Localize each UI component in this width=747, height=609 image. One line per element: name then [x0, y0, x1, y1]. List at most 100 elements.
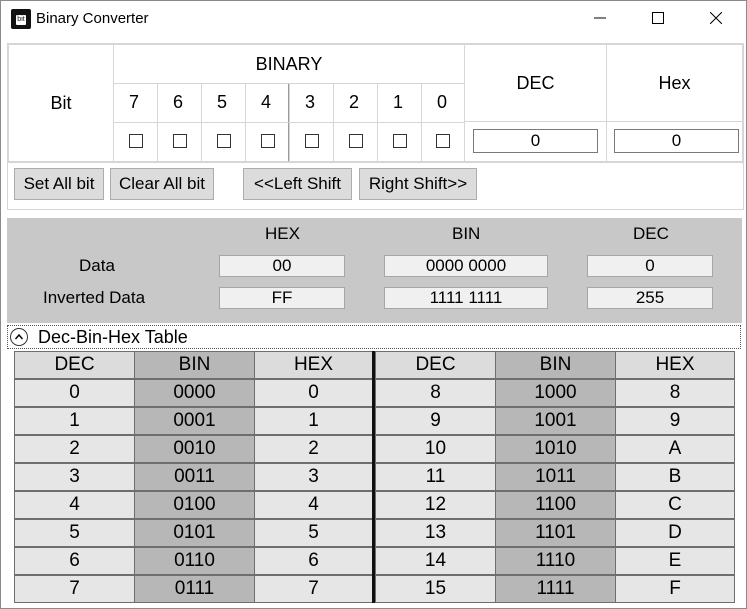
table-cell: B: [615, 463, 735, 491]
hex-header: Hex: [606, 44, 743, 122]
table-cell: 0110: [134, 547, 255, 575]
table-cell: 2: [254, 435, 373, 463]
table-cell: A: [615, 435, 735, 463]
data-bin-header: BIN: [452, 224, 481, 243]
table-cell: 5: [254, 519, 373, 547]
bit-label-5: 5: [217, 92, 228, 112]
table-cell: 1: [254, 407, 373, 435]
set-all-bit-button[interactable]: Set All bit: [14, 168, 104, 200]
bit-6-checkbox[interactable]: [173, 134, 187, 148]
inverted-hex-field[interactable]: FF: [219, 287, 345, 309]
inverted-dec-field[interactable]: 255: [587, 287, 713, 309]
table-cell: 8: [615, 379, 735, 407]
table-header-bin-1: BIN: [134, 351, 255, 379]
table-cell: 7: [254, 575, 373, 603]
data-panel: HEX BIN DEC Data Inverted Data 00 0000 0…: [7, 218, 742, 323]
table-cell: 0111: [134, 575, 255, 603]
table-header-hex-1: HEX: [254, 351, 373, 379]
table-header-dec-1: DEC: [14, 351, 135, 379]
bit-1-checkbox[interactable]: [393, 134, 407, 148]
table-cell: 10: [375, 435, 496, 463]
table-cell: 1000: [495, 379, 616, 407]
data-hex-field[interactable]: 00: [219, 255, 345, 277]
data-label: Data: [79, 256, 115, 275]
table-cell: 1111: [495, 575, 616, 603]
title-bar[interactable]: bit Binary Converter: [1, 1, 746, 37]
table-cell: 7: [14, 575, 135, 603]
minimize-icon: [594, 17, 606, 19]
table-cell: 15: [375, 575, 496, 603]
window-title: Binary Converter: [36, 10, 149, 27]
table-header-dec-2: DEC: [375, 351, 496, 379]
table-cell: 0000: [134, 379, 255, 407]
table-expander[interactable]: Dec-Bin-Hex Table: [7, 325, 741, 349]
table-header-bin-2: BIN: [495, 351, 616, 379]
bit-label-7: 7: [129, 92, 140, 112]
table-center-divider: [372, 351, 375, 603]
table-cell: 14: [375, 547, 496, 575]
maximize-icon: [652, 12, 664, 24]
table-cell: 4: [14, 491, 135, 519]
right-shift-button[interactable]: Right Shift>>: [359, 168, 477, 200]
table-cell: 3: [254, 463, 373, 491]
close-button[interactable]: [687, 1, 745, 37]
binary-header: BINARY: [113, 44, 465, 84]
table-cell: 0010: [134, 435, 255, 463]
table-cell: 11: [375, 463, 496, 491]
table-cell: 6: [14, 547, 135, 575]
table-cell: 0100: [134, 491, 255, 519]
bit-0-checkbox[interactable]: [436, 134, 450, 148]
table-cell: 0: [254, 379, 373, 407]
table-cell: 6: [254, 547, 373, 575]
app-icon-text: bit: [16, 15, 26, 25]
data-dec-field[interactable]: 0: [587, 255, 713, 277]
inverted-data-label: Inverted Data: [43, 288, 146, 307]
data-bin-field[interactable]: 0000 0000: [384, 255, 548, 277]
bit-label-4: 4: [261, 92, 272, 112]
dec-bin-hex-table: DEC BIN HEX DEC BIN HEX 0 0000 0 8 1000 …: [14, 351, 735, 603]
shift-button-row: Set All bit Clear All bit <<Left Shift R…: [7, 162, 744, 210]
table-header-hex-2: HEX: [615, 351, 735, 379]
app-window: bit Binary Converter Bit BINARY DEC Hex …: [0, 0, 747, 609]
close-icon: [709, 11, 723, 25]
app-icon: bit: [11, 9, 31, 29]
table-cell: 0011: [134, 463, 255, 491]
table-cell: 3: [14, 463, 135, 491]
table-cell: 9: [375, 407, 496, 435]
table-cell: 1100: [495, 491, 616, 519]
table-cell: 12: [375, 491, 496, 519]
bit-3-checkbox[interactable]: [305, 134, 319, 148]
table-cell: 0: [14, 379, 135, 407]
table-cell: 1010: [495, 435, 616, 463]
bit-label-6: 6: [173, 92, 184, 112]
dec-header: DEC: [464, 44, 607, 122]
table-cell: 9: [615, 407, 735, 435]
table-expander-label: Dec-Bin-Hex Table: [38, 327, 188, 347]
chevron-up-icon[interactable]: [10, 328, 28, 346]
table-cell: 1: [14, 407, 135, 435]
table-cell: 1101: [495, 519, 616, 547]
dec-input[interactable]: 0: [473, 129, 598, 153]
maximize-button[interactable]: [629, 1, 687, 37]
bit-5-checkbox[interactable]: [217, 134, 231, 148]
data-hex-header: HEX: [265, 224, 300, 243]
bit-4-checkbox[interactable]: [261, 134, 275, 148]
bit-7-checkbox[interactable]: [129, 134, 143, 148]
table-cell: E: [615, 547, 735, 575]
table-cell: F: [615, 575, 735, 603]
table-cell: 0001: [134, 407, 255, 435]
bit-2-checkbox[interactable]: [349, 134, 363, 148]
bit-label-0: 0: [437, 92, 448, 112]
bit-label-2: 2: [349, 92, 360, 112]
bit-label-3: 3: [305, 92, 316, 112]
table-cell: 8: [375, 379, 496, 407]
inverted-bin-field[interactable]: 1111 1111: [384, 287, 548, 309]
bit-header: Bit: [8, 44, 114, 162]
bit-panel: Bit BINARY DEC Hex 0 0 7 6 5 4 3 2 1 0: [7, 43, 744, 163]
table-cell: 4: [254, 491, 373, 519]
hex-input[interactable]: 0: [614, 129, 739, 153]
clear-all-bit-button[interactable]: Clear All bit: [110, 168, 214, 200]
minimize-button[interactable]: [571, 1, 629, 37]
left-shift-button[interactable]: <<Left Shift: [243, 168, 352, 200]
table-cell: 2: [14, 435, 135, 463]
